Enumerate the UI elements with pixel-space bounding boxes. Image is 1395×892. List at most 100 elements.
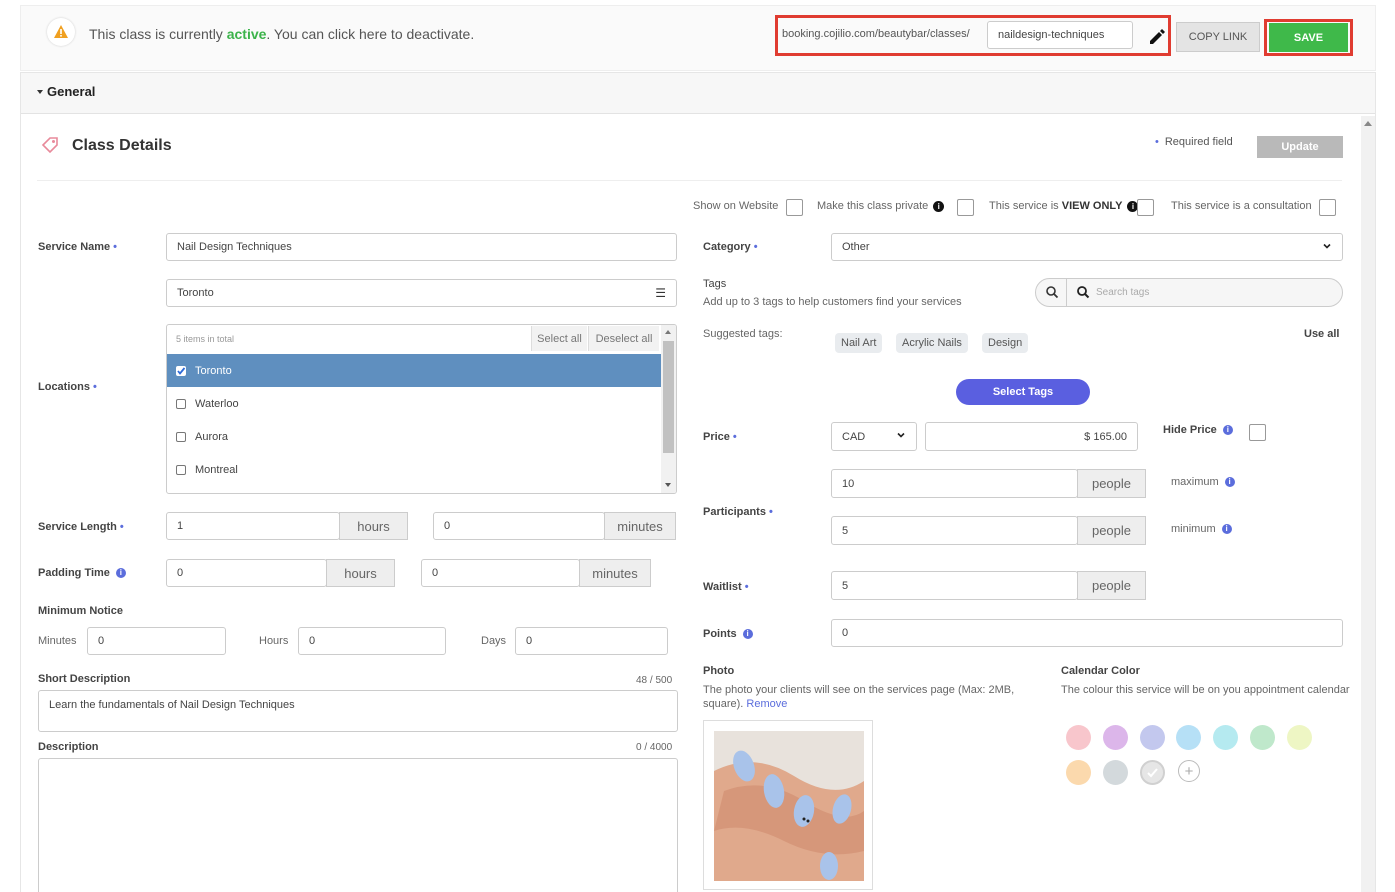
service-name-input[interactable]: Nail Design Techniques — [166, 233, 677, 261]
color-swatch[interactable] — [1066, 760, 1091, 785]
color-swatch[interactable] — [1176, 725, 1201, 750]
notice-minutes-input[interactable]: 0 — [87, 627, 226, 655]
service-length-label: Service Length • — [38, 521, 124, 533]
tags-search-divider — [1066, 279, 1067, 306]
service-length-hours-input[interactable]: 1 — [166, 512, 340, 540]
info-icon[interactable]: i — [1222, 425, 1233, 436]
padding-minutes-input[interactable]: 0 — [421, 559, 580, 587]
view-only-prefix: This service is — [989, 200, 1062, 212]
page-scrollbar[interactable] — [1361, 116, 1375, 892]
color-swatch[interactable] — [1213, 725, 1238, 750]
participants-max-input[interactable]: 10 — [831, 469, 1078, 498]
deselect-all-button[interactable]: Deselect all — [588, 326, 659, 351]
service-name-label-text: Service Name — [38, 241, 111, 253]
color-swatch[interactable] — [1103, 760, 1128, 785]
short-description-textarea[interactable]: Learn the fundamentals of Nail Design Te… — [38, 690, 678, 732]
pencil-icon[interactable] — [1146, 25, 1168, 47]
checkbox-icon[interactable] — [176, 464, 186, 475]
select-tags-button[interactable]: Select Tags — [956, 379, 1090, 405]
price-label: Price • — [703, 431, 737, 443]
add-color-icon[interactable]: + — [1178, 760, 1200, 782]
padding-hours-input[interactable]: 0 — [166, 559, 327, 587]
use-all-link[interactable]: Use all — [1304, 328, 1339, 340]
consultation-checkbox[interactable] — [1319, 199, 1336, 216]
info-icon[interactable]: i — [742, 629, 753, 640]
suggested-tag[interactable]: Nail Art — [835, 333, 883, 353]
waitlist-input[interactable]: 5 — [831, 571, 1078, 600]
make-private-checkbox[interactable] — [957, 199, 974, 216]
location-option[interactable]: Toronto — [167, 354, 661, 387]
collapse-caret-icon[interactable] — [37, 90, 43, 94]
remove-photo-link[interactable]: Remove — [746, 698, 787, 710]
consultation-label: This service is a consultation — [1171, 200, 1312, 212]
location-option[interactable]: Aurora — [167, 420, 661, 453]
location-option[interactable]: Waterloo — [167, 387, 661, 420]
checkbox-icon[interactable] — [176, 398, 186, 409]
details-title: Class Details — [72, 137, 172, 154]
notice-days-label: Days — [481, 635, 507, 647]
price-value: $ 165.00 — [1084, 430, 1127, 443]
notice-days-input[interactable]: 0 — [515, 627, 668, 655]
scroll-up-icon[interactable] — [1364, 121, 1372, 126]
maximum-label: maximum i — [1171, 476, 1235, 488]
info-icon[interactable]: i — [933, 200, 945, 212]
location-select-display[interactable]: Toronto ☰ — [166, 279, 677, 307]
currency-value: CAD — [842, 430, 866, 443]
hide-price-checkbox[interactable] — [1249, 424, 1266, 441]
status-message[interactable]: This class is currently active. You can … — [89, 26, 474, 42]
checked-checkbox-icon[interactable] — [176, 365, 186, 376]
price-input[interactable]: $ 165.00 — [925, 422, 1138, 451]
photo-frame[interactable] — [703, 720, 873, 890]
checkbox-icon[interactable] — [176, 431, 186, 442]
color-swatch[interactable] — [1287, 725, 1312, 750]
color-swatch[interactable] — [1066, 725, 1091, 750]
update-button[interactable]: Update — [1257, 136, 1343, 158]
category-value: Other — [842, 241, 870, 253]
scroll-down-icon[interactable] — [665, 483, 671, 487]
photo-help: The photo your clients will see on the s… — [703, 683, 1033, 711]
padding-time-label-text: Padding Time — [38, 567, 110, 579]
participants-min-input[interactable]: 5 — [831, 516, 1078, 545]
color-swatch[interactable] — [1103, 725, 1128, 750]
listbox-scroll-thumb[interactable] — [663, 341, 674, 453]
notice-hours-input[interactable]: 0 — [298, 627, 446, 655]
minimum-label: minimum i — [1171, 523, 1232, 535]
copy-link-button[interactable]: COPY LINK — [1176, 22, 1260, 52]
description-textarea[interactable] — [38, 758, 678, 892]
location-option-label: Aurora — [195, 430, 229, 443]
color-swatch-selected[interactable] — [1140, 760, 1165, 785]
info-icon[interactable]: i — [1221, 524, 1232, 535]
scroll-up-icon[interactable] — [665, 330, 671, 334]
show-on-website-checkbox[interactable] — [786, 199, 803, 216]
locations-label: Locations • — [38, 381, 97, 393]
minutes-addon: minutes — [604, 512, 676, 540]
currency-select[interactable]: CAD — [831, 422, 917, 451]
slug-input[interactable]: naildesign-techniques — [987, 21, 1133, 49]
location-option[interactable]: Montreal — [167, 453, 661, 486]
view-only-checkbox[interactable] — [1137, 199, 1154, 216]
status-active: active — [226, 26, 267, 42]
points-label: Points i — [703, 628, 753, 640]
show-on-website-label: Show on Website — [693, 200, 779, 212]
make-private-label: Make this class private i — [817, 200, 945, 212]
save-button[interactable]: SAVE — [1269, 23, 1348, 52]
color-swatch[interactable] — [1140, 725, 1165, 750]
general-header[interactable] — [21, 73, 1375, 114]
points-input[interactable]: 0 — [831, 619, 1343, 647]
status-suffix: . You can click here to deactivate. — [266, 26, 475, 42]
service-length-minutes-input[interactable]: 0 — [433, 512, 605, 540]
search-icon[interactable] — [1045, 285, 1059, 299]
suggested-tag[interactable]: Acrylic Nails — [896, 333, 968, 353]
suggested-tag[interactable]: Design — [982, 333, 1029, 353]
select-all-button[interactable]: Select all — [531, 326, 587, 351]
details-divider — [37, 180, 1342, 181]
notice-hours-label: Hours — [259, 635, 289, 647]
view-only-strong: VIEW ONLY — [1061, 200, 1123, 212]
info-icon[interactable]: i — [1224, 477, 1235, 488]
waitlist-label-text: Waitlist — [703, 581, 742, 593]
color-swatch[interactable] — [1250, 725, 1275, 750]
info-icon[interactable]: i — [115, 568, 126, 579]
minimum-notice-label: Minimum Notice — [38, 605, 123, 617]
category-select[interactable]: Other — [831, 233, 1343, 261]
category-label: Category • — [703, 241, 758, 253]
